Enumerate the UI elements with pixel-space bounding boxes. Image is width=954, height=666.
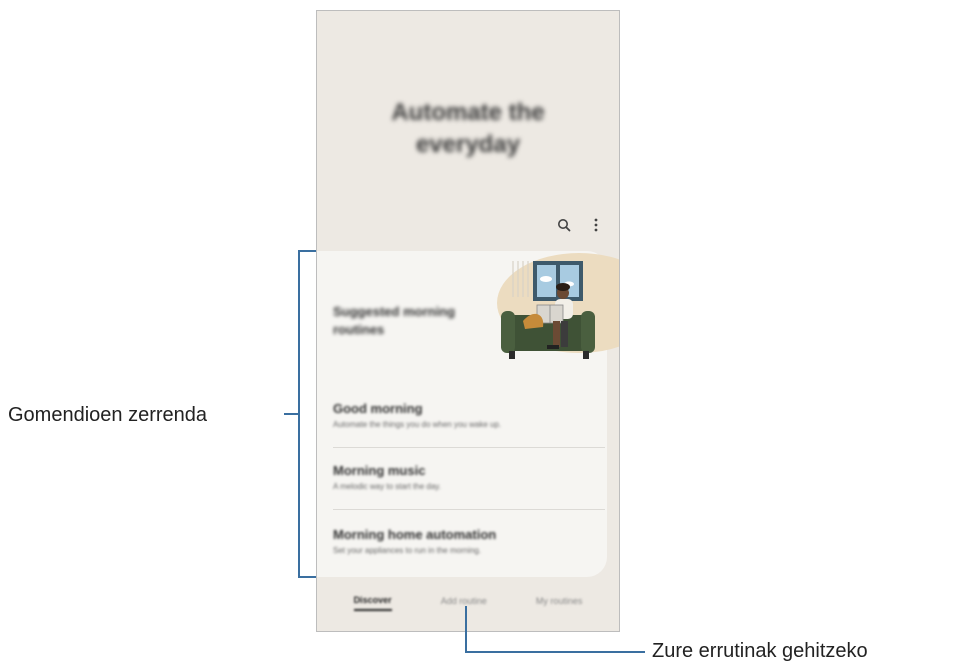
phone-screen: Automate the everyday Suggested morning … (316, 10, 620, 632)
more-vertical-icon[interactable] (587, 216, 605, 234)
callout-add-routines-label: Zure errutinak gehitzeko (652, 640, 868, 662)
tab-discover[interactable]: Discover (353, 595, 392, 611)
divider (333, 509, 605, 510)
tab-add-routine[interactable]: Add routine (441, 596, 487, 610)
suggestion-item[interactable]: Morning home automation Set your applian… (333, 527, 605, 555)
tab-my-routines[interactable]: My routines (536, 596, 583, 610)
callout-add-routines-connector-vertical (465, 606, 467, 652)
suggestion-item[interactable]: Good morning Automate the things you do … (333, 401, 605, 429)
callout-suggestion-list-label: Gomendioen zerrenda (8, 404, 208, 426)
hero-title: Automate the everyday (391, 99, 545, 158)
suggestions-card: Suggested morning routines Good morning … (317, 251, 619, 577)
callout-add-routines-connector-horizontal (465, 651, 645, 653)
top-toolbar (555, 216, 605, 234)
search-icon[interactable] (555, 216, 573, 234)
morning-illustration (483, 251, 619, 371)
suggestion-item[interactable]: Morning music A melodic way to start the… (333, 463, 605, 491)
callout-suggestion-list-connector (284, 413, 298, 415)
bottom-tab-bar: Discover Add routine My routines (317, 575, 619, 631)
suggestions-heading: Suggested morning routines (333, 304, 456, 337)
divider (333, 447, 605, 448)
